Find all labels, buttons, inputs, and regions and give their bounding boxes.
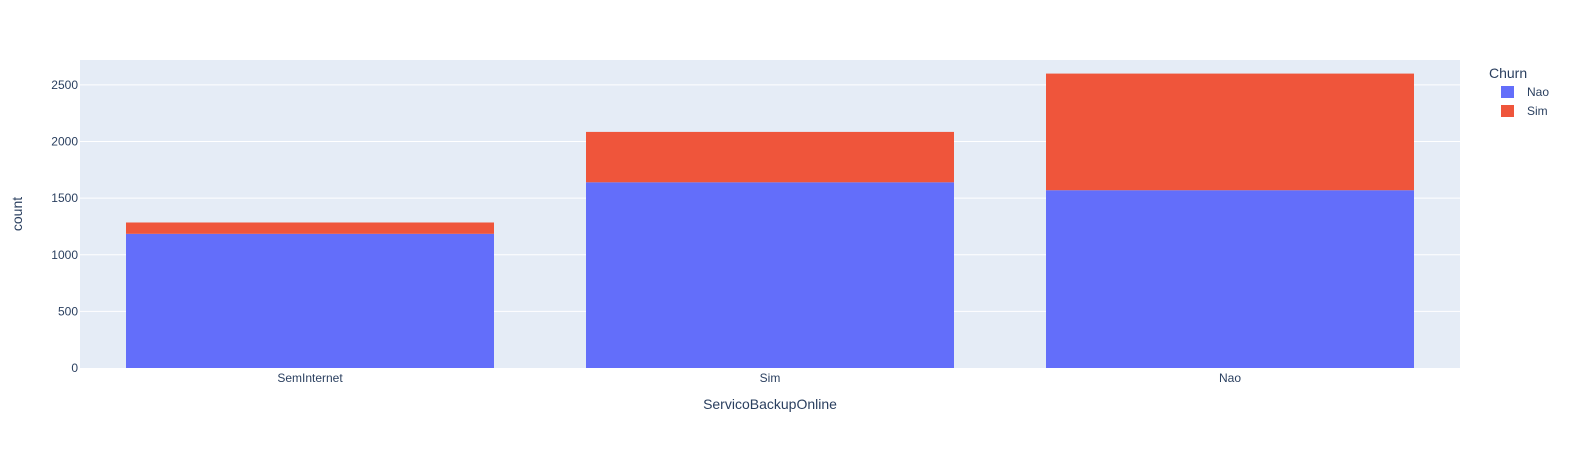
- x-tick-label: Sim: [760, 371, 781, 385]
- y-tick-label: 0: [71, 361, 78, 375]
- bar-sim-nao[interactable]: [1046, 73, 1414, 191]
- bar-nao-seminternet[interactable]: [126, 233, 494, 368]
- bar-sim-seminternet[interactable]: [126, 222, 494, 234]
- y-axis-ticks: 0 500 1000 1500 2000 2500: [51, 78, 78, 375]
- x-axis-title: ServicoBackupOnline: [703, 396, 837, 412]
- legend-label-sim[interactable]: Sim: [1527, 104, 1548, 118]
- bar-nao-nao[interactable]: [1046, 190, 1414, 368]
- x-tick-label: SemInternet: [277, 371, 343, 385]
- y-tick-label: 500: [58, 304, 78, 318]
- y-tick-label: 1000: [51, 248, 78, 262]
- legend[interactable]: Churn Nao Sim: [1489, 65, 1549, 118]
- y-tick-label: 1500: [51, 191, 78, 205]
- legend-swatch-nao[interactable]: [1501, 86, 1514, 98]
- legend-title: Churn: [1489, 65, 1527, 81]
- x-axis-ticks: SemInternet Sim Nao: [277, 371, 1241, 385]
- y-tick-label: 2500: [51, 78, 78, 92]
- legend-label-nao[interactable]: Nao: [1527, 85, 1549, 99]
- legend-swatch-sim[interactable]: [1501, 105, 1514, 117]
- y-tick-label: 2000: [51, 135, 78, 149]
- bar-nao-sim[interactable]: [586, 182, 954, 368]
- chart: 0 500 1000 1500 2000 2500 SemInternet Sim Nao S…: [9, 60, 1549, 412]
- bar-sim-sim[interactable]: [586, 131, 954, 183]
- y-axis-title: count: [9, 197, 25, 231]
- x-tick-label: Nao: [1219, 371, 1241, 385]
